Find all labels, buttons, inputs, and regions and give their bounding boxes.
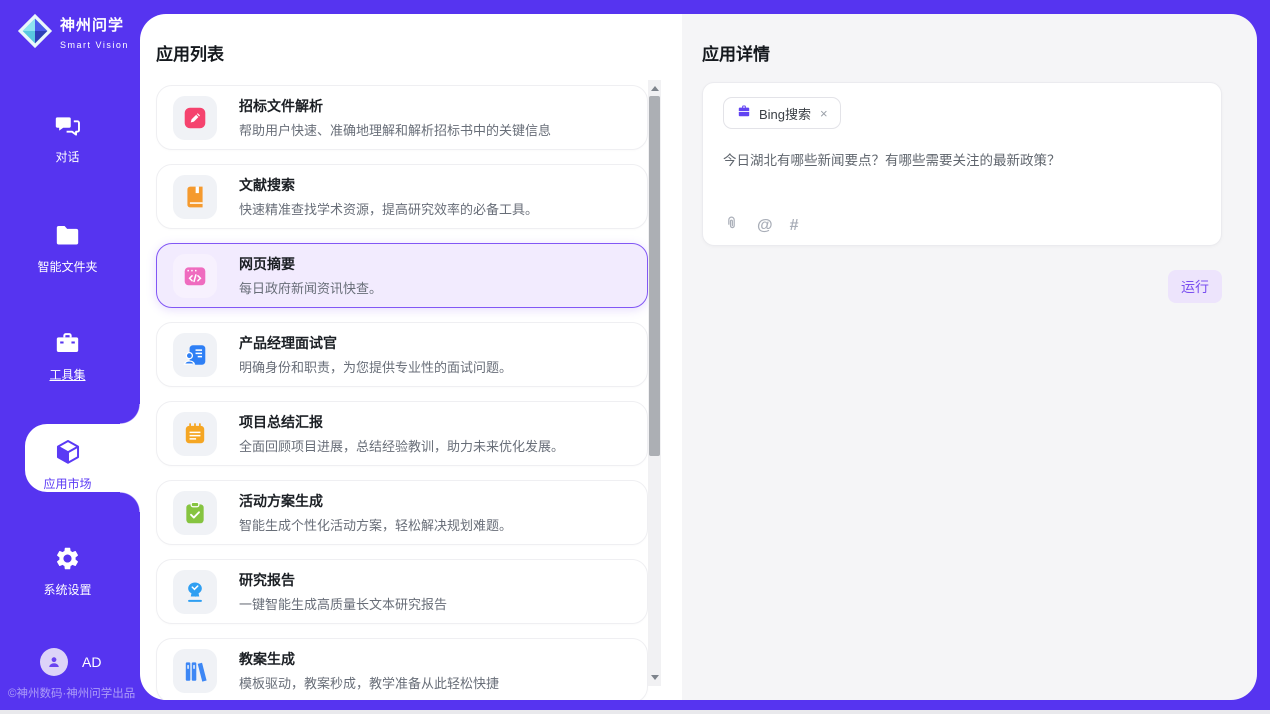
sidebar-item-toolset[interactable]: 工具集 xyxy=(0,330,135,383)
tool-tag-bing-search[interactable]: Bing搜索 × xyxy=(723,97,841,129)
cube-icon xyxy=(54,438,82,471)
clipboard-check-icon xyxy=(173,491,217,535)
app-window: 神州问学 Smart Vision 对话 智能文件夹 xyxy=(0,0,1270,714)
scroll-down-icon[interactable] xyxy=(648,671,661,684)
app-name: 项目总结汇报 xyxy=(239,412,564,432)
user-account[interactable]: AD xyxy=(40,648,101,676)
app-list-panel: 应用列表 招标文件解析 帮助用户快速、准确地理解和解析招标书中的关键信息 xyxy=(140,14,682,700)
app-name: 文献搜索 xyxy=(239,175,538,195)
app-list-scrollbar[interactable] xyxy=(648,80,661,686)
app-name: 教案生成 xyxy=(239,649,499,669)
sidebar-item-label: 系统设置 xyxy=(0,581,135,598)
app-card-project-summary[interactable]: 项目总结汇报 全面回顾项目进展，总结经验教训，助力未来优化发展。 xyxy=(156,401,648,466)
user-label: AD xyxy=(82,654,101,670)
sidebar-item-smart-folder[interactable]: 智能文件夹 xyxy=(0,222,135,275)
app-name: 研究报告 xyxy=(239,570,447,590)
brand-subtitle: Smart Vision xyxy=(60,40,129,50)
edit-square-icon xyxy=(173,96,217,140)
app-description: 帮助用户快速、准确地理解和解析招标书中的关键信息 xyxy=(239,120,551,139)
sidebar: 神州问学 Smart Vision 对话 智能文件夹 xyxy=(0,0,140,714)
app-description: 智能生成个性化活动方案，轻松解决规划难题。 xyxy=(239,515,512,534)
avatar xyxy=(40,648,68,676)
attachment-toolbar: @ # xyxy=(723,215,799,237)
sidebar-item-label: 智能文件夹 xyxy=(0,258,135,275)
app-detail-title: 应用详情 xyxy=(702,40,770,65)
app-name: 招标文件解析 xyxy=(239,96,551,116)
brand-name: 神州问学 xyxy=(60,17,124,34)
app-name: 网页摘要 xyxy=(239,254,382,274)
book-icon xyxy=(173,175,217,219)
research-icon xyxy=(173,570,217,614)
paperclip-icon[interactable] xyxy=(723,215,740,237)
run-button[interactable]: 运行 xyxy=(1168,270,1222,303)
gear-icon xyxy=(54,545,81,577)
at-mention-icon[interactable]: @ xyxy=(757,217,773,235)
window-bottom-edge xyxy=(0,710,1270,714)
app-card-bid-document-analysis[interactable]: 招标文件解析 帮助用户快速、准确地理解和解析招标书中的关键信息 xyxy=(156,85,648,150)
close-icon[interactable]: × xyxy=(818,105,830,122)
sidebar-item-app-market[interactable]: 应用市场 xyxy=(0,438,135,492)
toolbox-icon xyxy=(54,330,81,362)
sidebar-item-label: 应用市场 xyxy=(0,475,135,492)
app-description: 明确身份和职责，为您提供专业性的面试问题。 xyxy=(239,357,512,376)
app-description: 模板驱动，教案秒成，教学准备从此轻松快捷 xyxy=(239,673,499,692)
briefcase-icon xyxy=(736,103,752,124)
app-card-pm-interviewer[interactable]: 产品经理面试官 明确身份和职责，为您提供专业性的面试问题。 xyxy=(156,322,648,387)
sidebar-item-chat[interactable]: 对话 xyxy=(0,112,135,165)
query-input[interactable]: 今日湖北有哪些新闻要点？有哪些需要关注的最新政策？ xyxy=(723,151,1203,171)
interviewer-icon xyxy=(173,333,217,377)
books-icon xyxy=(173,649,217,693)
app-detail-panel: 应用详情 Bing搜索 × 今日湖北有哪些新闻要点？有哪些需要关注的最新政策？ xyxy=(682,14,1257,700)
chat-icon xyxy=(54,112,81,144)
app-description: 快速精准查找学术资源，提高研究效率的必备工具。 xyxy=(239,199,538,218)
app-card-event-plan-generator[interactable]: 活动方案生成 智能生成个性化活动方案，轻松解决规划难题。 xyxy=(156,480,648,545)
app-description: 一键智能生成高质量长文本研究报告 xyxy=(239,594,447,613)
prompt-card: Bing搜索 × 今日湖北有哪些新闻要点？有哪些需要关注的最新政策？ @ # xyxy=(702,82,1222,246)
app-card-research-report[interactable]: 研究报告 一键智能生成高质量长文本研究报告 xyxy=(156,559,648,624)
app-description: 全面回顾项目进展，总结经验教训，助力未来优化发展。 xyxy=(239,436,564,455)
hash-tag-icon[interactable]: # xyxy=(790,217,799,235)
sidebar-item-settings[interactable]: 系统设置 xyxy=(0,545,135,598)
scrollbar-thumb[interactable] xyxy=(649,96,660,456)
copyright-footer: ©神州数码·神州问学出品 xyxy=(8,685,135,701)
app-description: 每日政府新闻资讯快查。 xyxy=(239,278,382,297)
gem-logo-icon xyxy=(16,12,54,55)
sidebar-item-label: 工具集 xyxy=(0,366,135,383)
app-name: 活动方案生成 xyxy=(239,491,512,511)
app-name: 产品经理面试官 xyxy=(239,333,512,353)
app-list-title: 应用列表 xyxy=(156,40,224,65)
app-card-lesson-plan-generator[interactable]: 教案生成 模板驱动，教案秒成，教学准备从此轻松快捷 xyxy=(156,638,648,700)
sidebar-item-label: 对话 xyxy=(0,148,135,165)
main-content: 应用列表 招标文件解析 帮助用户快速、准确地理解和解析招标书中的关键信息 xyxy=(140,14,1257,700)
app-card-web-summary[interactable]: 网页摘要 每日政府新闻资讯快查。 xyxy=(156,243,648,308)
folder-icon xyxy=(54,222,81,254)
tool-tag-label: Bing搜索 xyxy=(759,104,811,123)
web-code-icon xyxy=(173,254,217,298)
scroll-up-icon[interactable] xyxy=(648,82,661,95)
note-icon xyxy=(173,412,217,456)
app-card-literature-search[interactable]: 文献搜索 快速精准查找学术资源，提高研究效率的必备工具。 xyxy=(156,164,648,229)
brand-logo: 神州问学 Smart Vision xyxy=(16,12,140,55)
app-cards: 招标文件解析 帮助用户快速、准确地理解和解析招标书中的关键信息 xyxy=(156,85,648,700)
